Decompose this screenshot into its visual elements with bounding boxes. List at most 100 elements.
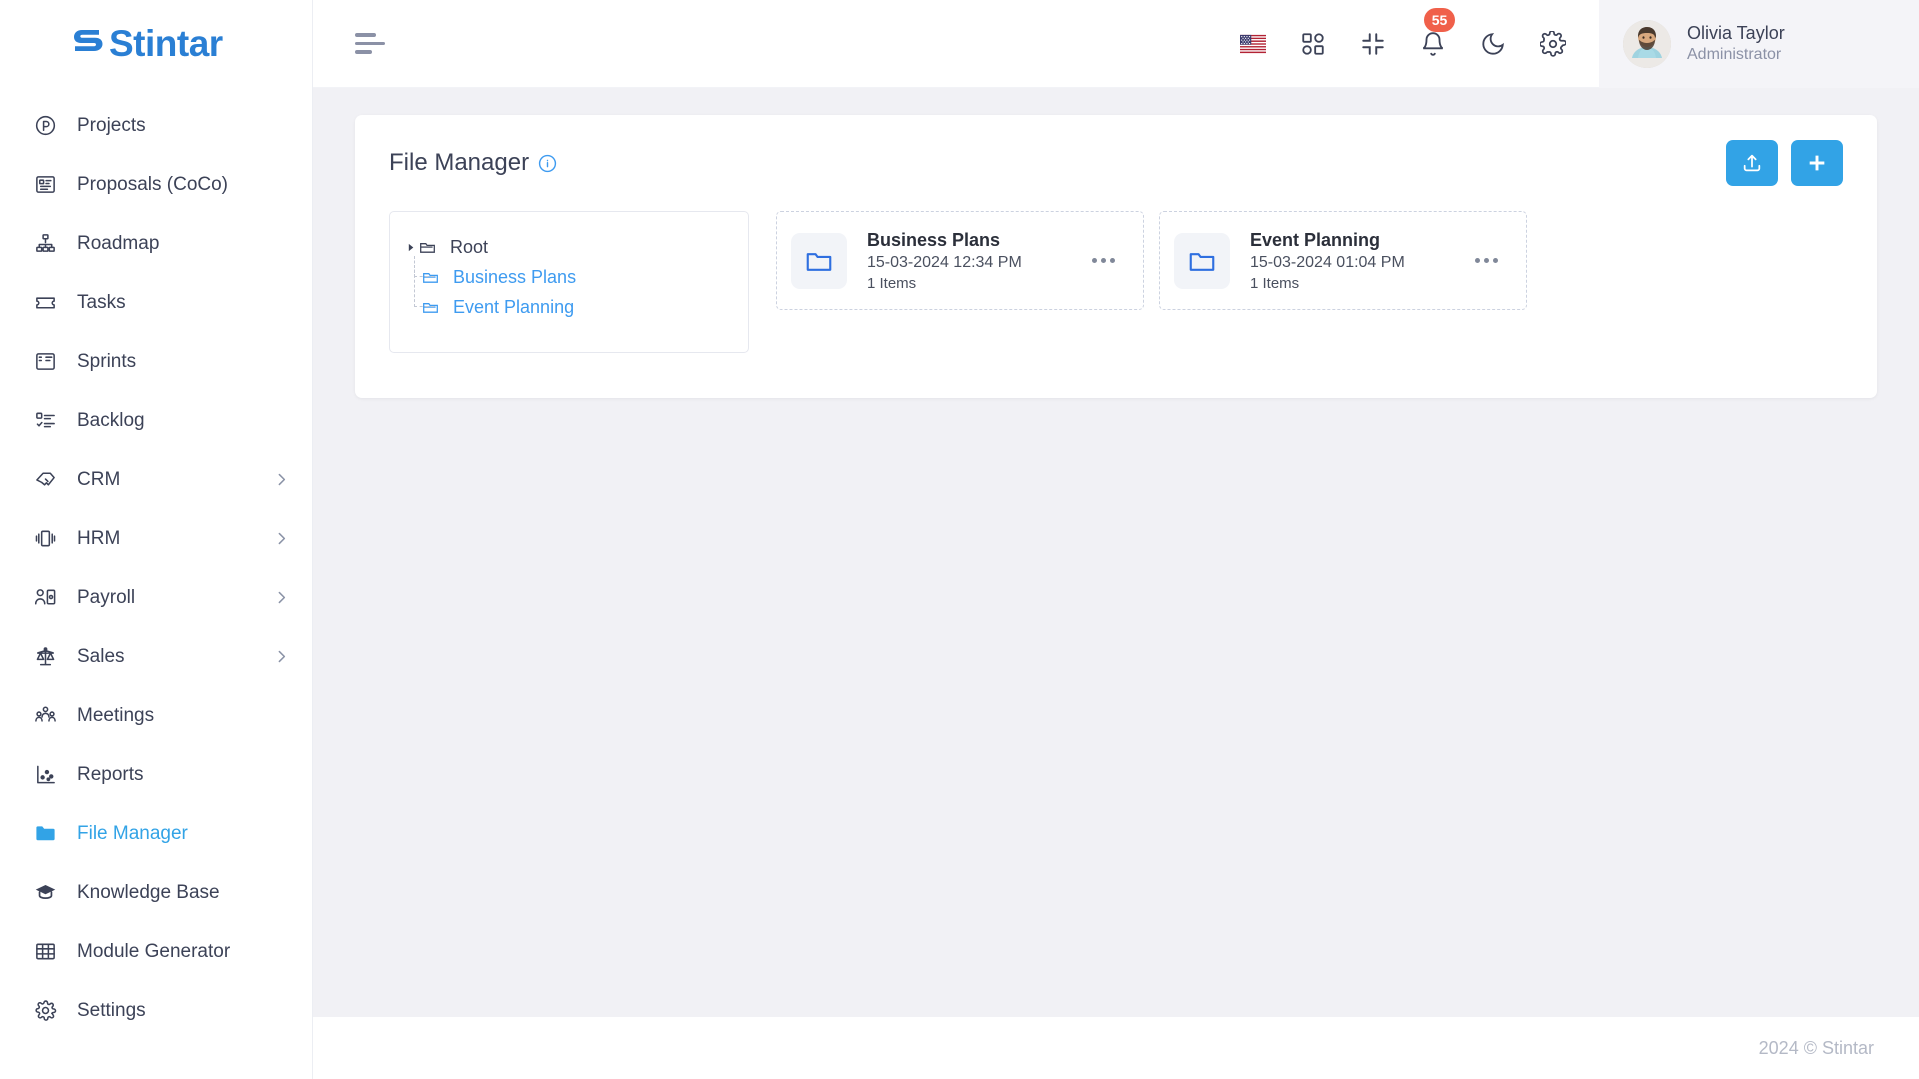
graduation-cap-icon-glyph: [35, 885, 55, 900]
people-group-icon-glyph: [34, 706, 56, 722]
folder-card[interactable]: Event Planning 15-03-2024 01:04 PM 1 Items: [1159, 211, 1527, 310]
brand-logo[interactable]: Stintar: [0, 0, 312, 88]
sidebar-item-tasks[interactable]: Tasks: [0, 273, 312, 332]
sidebar-nav: Projects Proposals (CoCo) Roadmap Tasks Spri…: [0, 88, 312, 1079]
sidebar-item-label: Tasks: [77, 291, 126, 313]
sidebar-item-label: Proposals (CoCo): [77, 173, 228, 195]
gear-icon: [32, 998, 58, 1024]
sidebar-item-sprints[interactable]: Sprints: [0, 332, 312, 391]
tree-node-label: Business Plans: [453, 266, 577, 287]
folder-card[interactable]: Business Plans 15-03-2024 12:34 PM 1 Items: [776, 211, 1144, 310]
folder-item-count: 1 Items: [1250, 274, 1300, 292]
circle-p-icon: [32, 113, 58, 139]
notification-bell-icon[interactable]: 55: [1403, 0, 1463, 88]
folder-open-icon: [419, 239, 443, 256]
language-flag-us-icon[interactable]: [1223, 0, 1283, 88]
stintar-s-icon: [74, 30, 103, 51]
apps-grid-icon[interactable]: [1283, 0, 1343, 88]
dot: [1092, 258, 1097, 263]
sidebar-item-hrm[interactable]: HRM: [0, 509, 312, 568]
chevron-right-icon[interactable]: [273, 589, 290, 606]
user-role: Administrator: [1687, 46, 1782, 63]
tree-node-business-plans[interactable]: Business Plans: [390, 256, 748, 292]
folder-icon: [791, 232, 847, 289]
hamburger-line-3: [355, 50, 372, 54]
scatter-chart-icon: [32, 762, 58, 788]
folder-more-options-icon[interactable]: [1465, 248, 1508, 273]
folder-tree: Root Business Plans Event Planning: [389, 211, 749, 353]
upload-icon: [1743, 154, 1761, 172]
sidebar-item-settings[interactable]: Settings: [0, 981, 312, 1040]
folder-meta: Business Plans 15-03-2024 12:34 PM 1 Items: [867, 230, 1022, 292]
sidebar-item-label: Meetings: [77, 704, 155, 726]
sidebar-item-meetings[interactable]: Meetings: [0, 686, 312, 745]
chevron-glyph: [278, 591, 286, 604]
sidebar-item-label: Sales: [77, 645, 125, 667]
folder-glyph: [806, 252, 832, 271]
sidebar-item-backlog[interactable]: Backlog: [0, 391, 312, 450]
sidebar-item-sales[interactable]: Sales: [0, 627, 312, 686]
sitemap-icon-glyph: [35, 234, 55, 252]
folder-icon: [32, 821, 58, 847]
sidebar-item-crm[interactable]: CRM: [0, 450, 312, 509]
hamburger-menu-icon[interactable]: [355, 33, 385, 54]
sidebar-item-proposals-coco[interactable]: Proposals (CoCo): [0, 155, 312, 214]
topbar: 55 Olivia Taylor Administrator: [313, 0, 1919, 88]
sidebar-item-label: Backlog: [77, 409, 145, 431]
sidebar-item-reports[interactable]: Reports: [0, 745, 312, 804]
board-icon-glyph: [35, 353, 55, 370]
folder-item-count: 1 Items: [867, 274, 917, 292]
scatter-chart-icon-glyph: [36, 765, 55, 784]
dot: [1475, 258, 1480, 263]
sidebar: Stintar Projects Proposals (CoCo) Roadmap T…: [0, 0, 313, 1079]
sidebar-item-label: Roadmap: [77, 232, 160, 254]
grid-table-icon-glyph: [35, 943, 55, 960]
chevron-right-icon[interactable]: [273, 471, 290, 488]
dot: [1110, 258, 1115, 263]
ticket-icon: [32, 290, 58, 316]
sidebar-item-knowledge-base[interactable]: Knowledge Base: [0, 863, 312, 922]
tree-node-label: Event Planning: [453, 296, 575, 317]
graduation-cap-icon: [32, 880, 58, 906]
handshake-icon-glyph: [35, 472, 55, 486]
user-menu[interactable]: Olivia Taylor Administrator: [1599, 0, 1919, 88]
panel-header: File Manager: [355, 115, 1877, 211]
hamburger-line-1: [355, 33, 376, 37]
plus-icon: [1809, 155, 1825, 171]
dark-mode-moon-icon[interactable]: [1463, 0, 1523, 88]
folder-date: 15-03-2024 01:04 PM: [1250, 253, 1405, 271]
info-circle-icon[interactable]: [538, 154, 557, 173]
checklist-icon-glyph: [35, 412, 55, 428]
folder-more-options-icon[interactable]: [1082, 248, 1125, 273]
avatar: [1623, 19, 1671, 68]
add-button[interactable]: [1791, 140, 1843, 186]
tree-node-root[interactable]: Root: [390, 232, 748, 262]
upload-button[interactable]: [1726, 140, 1778, 186]
sidebar-item-label: CRM: [77, 468, 121, 490]
settings-gear-icon[interactable]: [1523, 0, 1583, 88]
app-root: Stintar Projects Proposals (CoCo) Roadmap T…: [0, 0, 1919, 1079]
chevron-right-icon[interactable]: [403, 243, 419, 252]
folder-date: 15-03-2024 12:34 PM: [867, 253, 1022, 271]
sidebar-item-roadmap[interactable]: Roadmap: [0, 214, 312, 273]
chevron-glyph: [278, 473, 286, 486]
chevron-right-icon[interactable]: [273, 530, 290, 547]
sitemap-icon: [32, 231, 58, 257]
sidebar-item-label: File Manager: [77, 822, 188, 844]
avatar-image: [1623, 19, 1671, 68]
sidebar-item-projects[interactable]: Projects: [0, 96, 312, 155]
footer: 2024 © Stintar: [313, 1017, 1919, 1079]
sidebar-item-payroll[interactable]: Payroll: [0, 568, 312, 627]
scale-icon: [32, 644, 58, 670]
tree-node-event-planning[interactable]: Event Planning: [390, 270, 748, 322]
dot: [1484, 258, 1489, 263]
sidebar-item-module-generator[interactable]: Module Generator: [0, 922, 312, 981]
checklist-icon: [32, 408, 58, 434]
compress-glyph: [1362, 32, 1384, 55]
chevron-right-icon[interactable]: [273, 648, 290, 665]
sidebar-item-file-manager[interactable]: File Manager: [0, 804, 312, 863]
folder-glyph: [420, 242, 435, 253]
compress-icon[interactable]: [1343, 0, 1403, 88]
topbar-actions: 55 Olivia Taylor Administrator: [1223, 0, 1919, 88]
panel-actions: [1726, 140, 1843, 186]
